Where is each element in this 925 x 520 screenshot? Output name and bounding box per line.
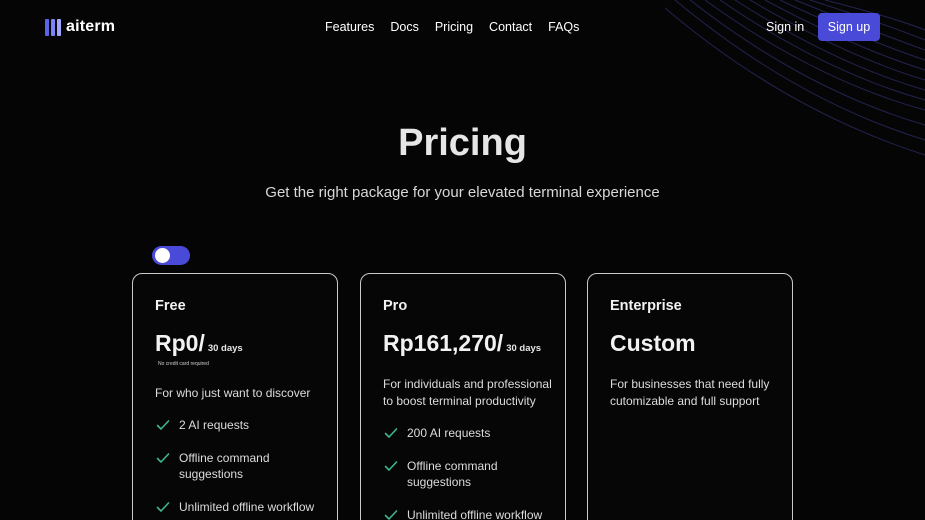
feature-item: Unlimited offline workflow <box>155 499 333 516</box>
feature-list: 2 AI requests Offline command suggestion… <box>155 417 333 520</box>
check-icon <box>156 452 170 463</box>
plan-card-free: Free Rp0/ 30 days No credit card require… <box>132 273 338 520</box>
feature-item: Unlimited offline workflow <box>383 507 561 520</box>
nav-pricing[interactable]: Pricing <box>435 20 473 34</box>
check-icon <box>156 420 170 430</box>
main-nav: Features Docs Pricing Contact FAQs <box>325 20 579 34</box>
feature-text: 200 AI requests <box>407 426 491 440</box>
price-note: No credit card required <box>158 361 209 367</box>
plan-name: Enterprise <box>610 298 682 314</box>
plan-card-enterprise: Enterprise Custom For businesses that ne… <box>587 273 793 520</box>
feature-list: 200 AI requests Offline command suggesti… <box>383 425 561 520</box>
brand-name: aiterm <box>66 18 116 35</box>
check-icon <box>384 460 398 471</box>
nav-contact[interactable]: Contact <box>489 20 532 34</box>
price-amount: Rp161,270/ <box>383 330 504 356</box>
plan-description: For who just want to discover <box>155 386 311 400</box>
page-title: Pricing <box>398 122 527 164</box>
feature-item: 2 AI requests <box>155 417 333 434</box>
plan-price: Rp161,270/ 30 days <box>383 330 541 357</box>
plan-name: Free <box>155 298 186 314</box>
toggle-knob <box>155 248 170 263</box>
nav-features[interactable]: Features <box>325 20 374 34</box>
plan-price: Custom <box>610 330 696 357</box>
check-icon <box>384 428 398 438</box>
price-amount: Custom <box>610 330 696 356</box>
price-period: 30 days <box>207 343 243 354</box>
feature-item: Offline command suggestions <box>155 450 333 483</box>
plan-card-pro: Pro Rp161,270/ 30 days For individuals a… <box>360 273 566 520</box>
check-icon <box>384 509 398 520</box>
plan-price: Rp0/ 30 days <box>155 330 243 357</box>
price-period: 30 days <box>506 343 542 354</box>
nav-docs[interactable]: Docs <box>390 20 418 34</box>
check-icon <box>156 501 170 512</box>
billing-toggle[interactable] <box>152 246 190 265</box>
signup-button[interactable]: Sign up <box>818 13 880 41</box>
price-amount: Rp0/ <box>155 330 205 356</box>
feature-item: 200 AI requests <box>383 425 561 442</box>
brand-logo[interactable]: aiterm <box>45 18 115 36</box>
plan-name: Pro <box>383 298 408 314</box>
page-subtitle: Get the right package for your elevated … <box>265 184 660 201</box>
plan-description: For businesses that need fully cutomizab… <box>610 377 770 408</box>
feature-item: Offline command suggestions <box>383 458 561 491</box>
logo-icon <box>45 18 61 36</box>
feature-text: 2 AI requests <box>179 418 250 432</box>
feature-text: Unlimited offline workflow <box>407 507 543 520</box>
feature-text: Unlimited offline workflow <box>179 499 315 514</box>
plan-description: For individuals and professional to boos… <box>383 377 552 408</box>
signin-link[interactable]: Sign in <box>766 20 804 34</box>
feature-text: Offline command suggestions <box>407 458 498 490</box>
feature-text: Offline command suggestions <box>179 450 270 482</box>
nav-faqs[interactable]: FAQs <box>548 20 579 34</box>
